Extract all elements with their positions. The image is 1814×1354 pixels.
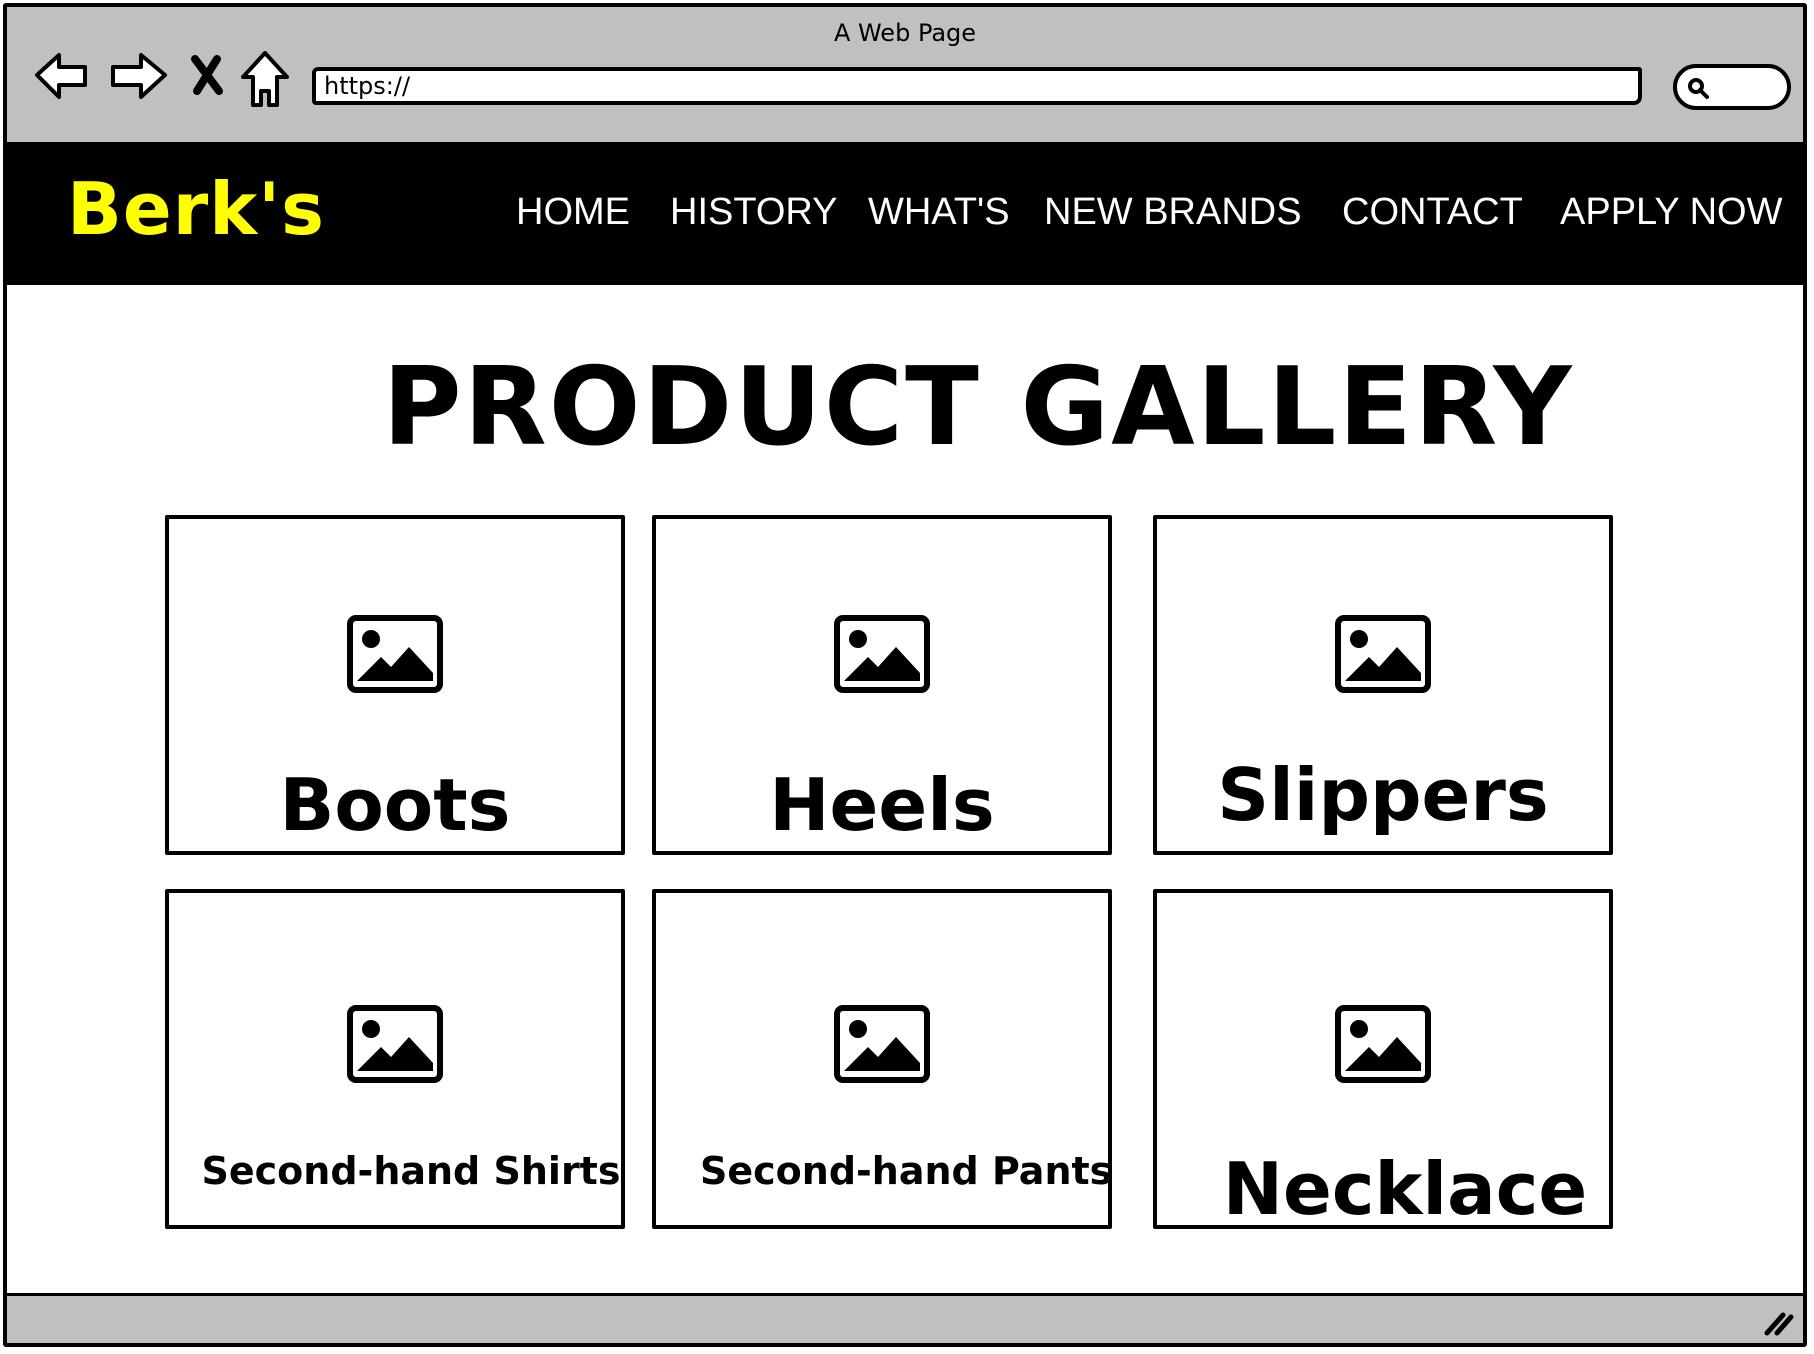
back-arrow-icon[interactable] (33, 47, 91, 107)
image-icon (1335, 1005, 1431, 1083)
browser-chrome: A Web Page https:// (7, 7, 1803, 145)
nav-new-brands[interactable]: NEW BRANDS (1044, 191, 1302, 234)
close-icon[interactable] (187, 53, 227, 101)
window-title: A Web Page (833, 19, 977, 47)
image-icon (1335, 615, 1431, 693)
forward-arrow-icon[interactable] (107, 47, 169, 107)
browser-status-bar (7, 1293, 1803, 1343)
url-input[interactable]: https:// (312, 67, 1642, 105)
site-header: Berk's HOME HISTORY WHAT'S NEW BRANDS CO… (7, 145, 1803, 285)
product-card-boots[interactable]: Boots (165, 515, 625, 855)
product-card-necklace[interactable]: Necklace (1153, 889, 1613, 1231)
product-card-slippers[interactable]: Slippers (1153, 515, 1613, 855)
product-card-second-hand-shirts[interactable]: Second-hand Shirts (165, 889, 625, 1229)
image-icon (347, 615, 443, 693)
product-label: Boots (279, 763, 511, 847)
product-label: Second-hand Shirts (201, 1149, 621, 1193)
nav-apply-now[interactable]: APPLY NOW (1560, 191, 1782, 234)
product-label: Slippers (1217, 753, 1549, 837)
nav-whats[interactable]: WHAT'S (868, 191, 1010, 234)
browser-window: A Web Page https:// Berk's HOME HISTORY … (3, 3, 1807, 1347)
product-label: Heels (769, 763, 995, 847)
product-label: Necklace (1222, 1147, 1588, 1231)
main-nav: HOME HISTORY WHAT'S NEW BRANDS CONTACT A… (7, 191, 1803, 241)
image-icon (347, 1005, 443, 1083)
resize-grip-icon[interactable] (1761, 1307, 1795, 1337)
nav-contact[interactable]: CONTACT (1342, 191, 1523, 234)
image-icon (834, 1005, 930, 1083)
home-icon[interactable] (239, 49, 291, 113)
nav-history[interactable]: HISTORY (670, 191, 838, 234)
product-label: Second-hand Pants (700, 1149, 1113, 1193)
browser-search-input[interactable] (1673, 64, 1791, 110)
search-icon (1688, 78, 1709, 99)
image-icon (834, 615, 930, 693)
product-card-heels[interactable]: Heels (652, 515, 1112, 855)
page-title: PRODUCT GALLERY (382, 345, 1574, 470)
product-card-second-hand-pants[interactable]: Second-hand Pants (652, 889, 1112, 1229)
nav-home[interactable]: HOME (516, 191, 630, 234)
